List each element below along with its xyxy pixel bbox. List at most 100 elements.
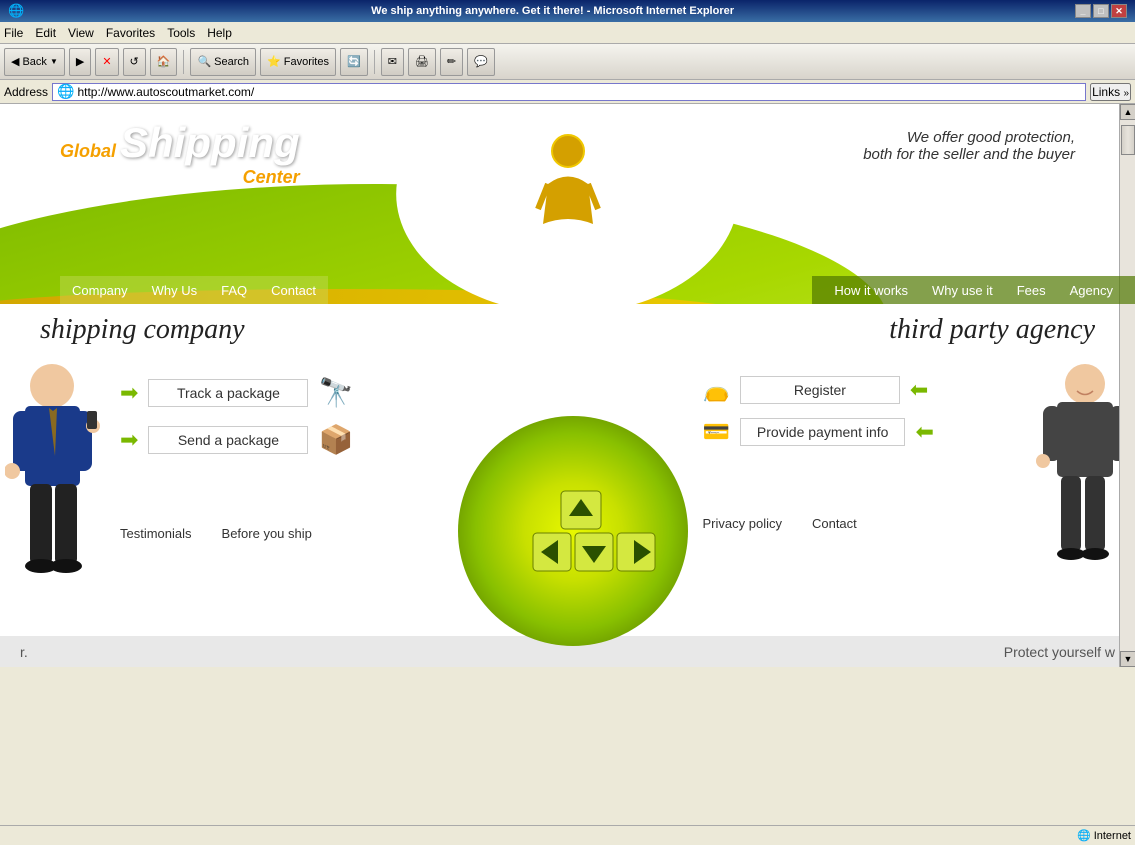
address-label: Address bbox=[4, 85, 48, 99]
menu-favorites[interactable]: Favorites bbox=[106, 26, 155, 40]
nav-testimonials[interactable]: Testimonials bbox=[120, 526, 192, 541]
keys-svg bbox=[483, 441, 663, 621]
back-button[interactable]: ◀ Back ▼ bbox=[4, 48, 65, 76]
logo-global: Global bbox=[60, 141, 116, 162]
favorites-label: Favorites bbox=[284, 56, 329, 68]
address-input[interactable]: 🌐 http://www.autoscoutmarket.com/ bbox=[52, 83, 1086, 101]
dropdown-arrow-icon: ▼ bbox=[50, 57, 58, 66]
favicon-icon: 🌐 bbox=[57, 83, 74, 100]
left-person-area bbox=[0, 356, 110, 636]
maximize-button[interactable]: □ bbox=[1093, 4, 1109, 18]
website-content: Global Shipping Center We offer good pro… bbox=[0, 104, 1135, 667]
send-package-button[interactable]: Send a package bbox=[148, 426, 308, 454]
binoculars-icon: 🔭 bbox=[318, 376, 353, 409]
url-text: http://www.autoscoutmarket.com/ bbox=[77, 85, 254, 99]
toolbar-separator2 bbox=[374, 50, 375, 74]
print-icon: 🖨 bbox=[415, 55, 429, 68]
minimize-button[interactable]: _ bbox=[1075, 4, 1091, 18]
status-bar: 🌐 Internet bbox=[0, 825, 1135, 845]
toolbar: ◀ Back ▼ ▶ ✕ ↺ 🏠 🔍 Search ⭐ Favorites 🔄 … bbox=[0, 44, 1135, 80]
search-label: Search bbox=[214, 56, 249, 68]
scrollbar-vertical[interactable]: ▲ ▼ bbox=[1119, 104, 1135, 667]
content-nav-left: Testimonials Before you ship bbox=[120, 516, 443, 541]
scroll-down-button[interactable]: ▼ bbox=[1120, 651, 1135, 667]
arrow-left-icon: ⬅ bbox=[910, 377, 928, 403]
left-person-image bbox=[5, 356, 100, 606]
scroll-thumb[interactable] bbox=[1121, 125, 1135, 155]
mail-button[interactable]: ✉ bbox=[381, 48, 404, 76]
keys-circle bbox=[458, 416, 688, 646]
send-package-row: ➡ Send a package 📦 bbox=[120, 423, 443, 456]
edit-button[interactable]: ✏ bbox=[440, 48, 463, 76]
menu-view[interactable]: View bbox=[68, 26, 94, 40]
forward-button[interactable]: ▶ bbox=[69, 48, 91, 76]
track-package-button[interactable]: Track a package bbox=[148, 379, 308, 407]
nav-company[interactable]: Company bbox=[60, 279, 140, 302]
stop-button[interactable]: ✕ bbox=[95, 48, 118, 76]
center-icon-area bbox=[508, 119, 628, 239]
refresh-icon: ↺ bbox=[130, 55, 139, 68]
back-label: Back bbox=[22, 56, 46, 68]
menu-tools[interactable]: Tools bbox=[167, 26, 195, 40]
scroll-track bbox=[1120, 120, 1135, 651]
back-icon: ◀ bbox=[11, 55, 19, 68]
scroll-up-button[interactable]: ▲ bbox=[1120, 104, 1135, 120]
close-button[interactable]: ✕ bbox=[1111, 4, 1127, 18]
menu-help[interactable]: Help bbox=[207, 26, 232, 40]
toolbar-separator bbox=[183, 50, 184, 74]
card-icon: 💳 bbox=[703, 419, 730, 445]
wallet-icon: 👝 bbox=[703, 377, 730, 403]
nav-contact[interactable]: Contact bbox=[259, 279, 328, 302]
stop-icon: ✕ bbox=[102, 55, 111, 68]
nav-how-it-works[interactable]: How it works bbox=[822, 279, 920, 302]
menu-edit[interactable]: Edit bbox=[35, 26, 56, 40]
arrow-right-icon2: ➡ bbox=[120, 427, 138, 453]
nav-faq[interactable]: FAQ bbox=[209, 279, 259, 302]
menubar: File Edit View Favorites Tools Help bbox=[0, 22, 1135, 44]
links-label: Links bbox=[1092, 85, 1120, 99]
nav-agency[interactable]: Agency bbox=[1058, 279, 1125, 302]
messenger-button[interactable]: 💬 bbox=[467, 48, 495, 76]
home-button[interactable]: 🏠 bbox=[150, 48, 178, 76]
home-icon: 🏠 bbox=[157, 55, 171, 68]
left-actions-col: ➡ Track a package 🔭 ➡ Send a package 📦 T… bbox=[110, 356, 453, 636]
arrow-right-icon: ➡ bbox=[120, 380, 138, 406]
nav-fees[interactable]: Fees bbox=[1005, 279, 1058, 302]
print-button[interactable]: 🖨 bbox=[408, 48, 436, 76]
arrow-left-icon2: ⬅ bbox=[915, 419, 933, 445]
nav-contact[interactable]: Contact bbox=[812, 516, 857, 531]
track-package-row: ➡ Track a package 🔭 bbox=[120, 376, 443, 409]
links-dropdown[interactable]: Links » bbox=[1090, 83, 1131, 101]
right-actions-col: 👝 Register ⬅ 💳 Provide payment info ⬅ Pr… bbox=[693, 356, 1036, 636]
nav-why-us[interactable]: Why Us bbox=[140, 279, 210, 302]
internet-label: Internet bbox=[1094, 830, 1131, 842]
nav-privacy[interactable]: Privacy policy bbox=[703, 516, 782, 531]
left-man-svg bbox=[5, 356, 100, 606]
media-button[interactable]: 🔄 bbox=[340, 48, 368, 76]
subtitle-left: shipping company bbox=[40, 314, 245, 346]
main-content: ➡ Track a package 🔭 ➡ Send a package 📦 T… bbox=[0, 356, 1135, 636]
nav-before-ship[interactable]: Before you ship bbox=[222, 526, 312, 541]
star-icon: ⭐ bbox=[267, 55, 281, 68]
window-title: We ship anything anywhere. Get it there!… bbox=[30, 5, 1075, 17]
person-icon bbox=[528, 129, 608, 229]
nav-why-use-it[interactable]: Why use it bbox=[920, 279, 1005, 302]
subtitle-row: shipping company third party agency bbox=[0, 304, 1135, 356]
content-nav-right: Privacy policy Contact bbox=[703, 506, 1026, 531]
tagline-line2: both for the seller and the buyer bbox=[863, 146, 1075, 163]
register-button[interactable]: Register bbox=[740, 376, 900, 404]
messenger-icon: 💬 bbox=[474, 55, 488, 68]
search-button[interactable]: 🔍 Search bbox=[190, 48, 256, 76]
site-header: Global Shipping Center We offer good pro… bbox=[0, 104, 1135, 304]
search-icon: 🔍 bbox=[197, 55, 211, 68]
payment-button[interactable]: Provide payment info bbox=[740, 418, 906, 446]
menu-file[interactable]: File bbox=[4, 26, 23, 40]
globe-icon: 🌐 bbox=[1077, 829, 1091, 842]
favorites-button[interactable]: ⭐ Favorites bbox=[260, 48, 336, 76]
refresh-button[interactable]: ↺ bbox=[123, 48, 146, 76]
nav-right: How it works Why use it Fees Agency bbox=[812, 276, 1135, 304]
ie-logo-icon: 🌐 bbox=[8, 3, 24, 19]
logo-shipping: Shipping bbox=[120, 119, 300, 167]
gray-right-text: Protect yourself w bbox=[1004, 644, 1115, 660]
address-bar: Address 🌐 http://www.autoscoutmarket.com… bbox=[0, 80, 1135, 104]
